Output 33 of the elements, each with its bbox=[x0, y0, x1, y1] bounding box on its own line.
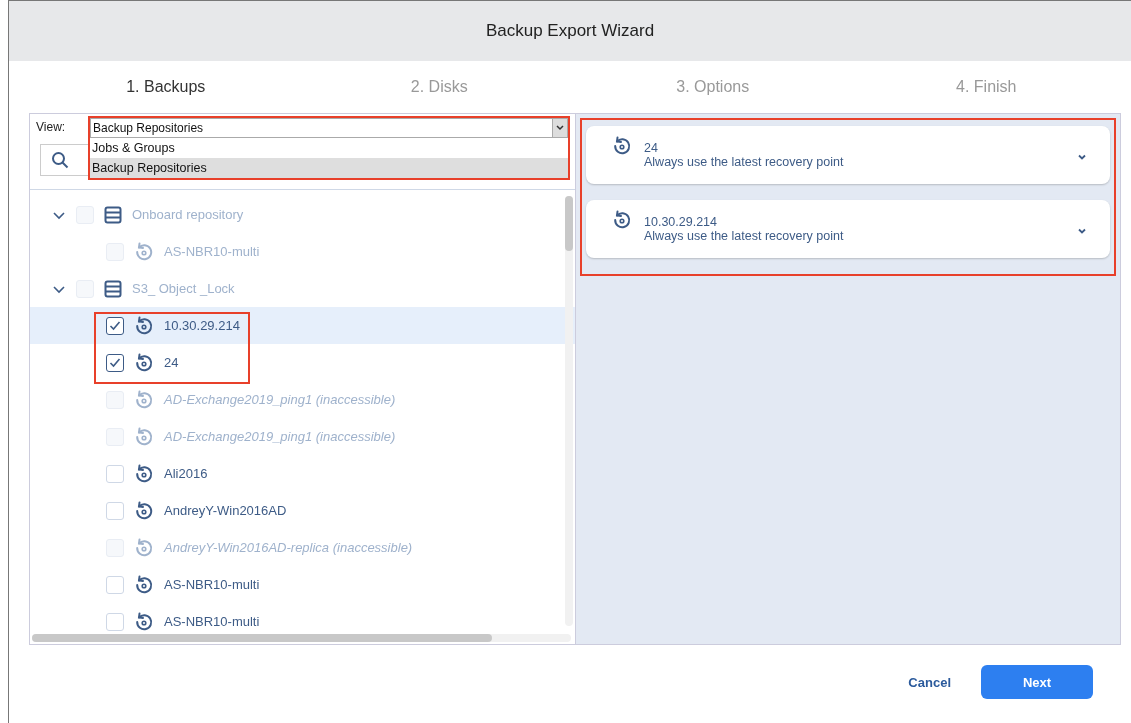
backup-icon bbox=[612, 210, 632, 230]
vertical-scrollbar[interactable] bbox=[565, 196, 573, 626]
next-button[interactable]: Next bbox=[981, 665, 1093, 699]
window-title: Backup Export Wizard bbox=[9, 1, 1131, 61]
wizard-step[interactable]: 1. Backups bbox=[29, 78, 303, 96]
view-dropdown[interactable]: Backup Repositories Jobs & Groups Backup Repositories bbox=[88, 116, 570, 180]
backup-icon bbox=[134, 463, 154, 484]
view-label: View: bbox=[36, 120, 66, 134]
horizontal-scrollbar[interactable] bbox=[32, 634, 571, 642]
backup-icon bbox=[134, 574, 154, 595]
backup-name: 10.30.29.214 bbox=[644, 215, 718, 229]
search-icon bbox=[51, 151, 69, 169]
backup-icon bbox=[134, 389, 154, 410]
backup-icon bbox=[134, 611, 154, 632]
caret-icon bbox=[552, 119, 567, 137]
cancel-button[interactable]: Cancel bbox=[902, 673, 957, 691]
backup-icon bbox=[134, 352, 154, 373]
dropdown-value: Backup Repositories bbox=[93, 121, 204, 135]
recovery-point-text: Always use the latest recovery point bbox=[644, 155, 845, 169]
check-icon bbox=[109, 319, 121, 332]
storage-icon bbox=[104, 205, 122, 224]
backup-icon bbox=[134, 426, 154, 447]
backup-icon bbox=[134, 241, 154, 262]
dropdown-option[interactable]: Jobs & Groups bbox=[90, 138, 568, 158]
backup-icon bbox=[134, 500, 154, 521]
dropdown-option[interactable]: Backup Repositories bbox=[90, 158, 568, 178]
storage-icon bbox=[104, 279, 122, 298]
backup-name: 24 bbox=[644, 141, 659, 155]
backup-icon bbox=[134, 315, 154, 336]
backup-icon bbox=[612, 136, 632, 156]
check-icon bbox=[109, 356, 121, 369]
recovery-point-text: Always use the latest recovery point bbox=[644, 229, 845, 243]
backup-icon bbox=[134, 537, 154, 558]
